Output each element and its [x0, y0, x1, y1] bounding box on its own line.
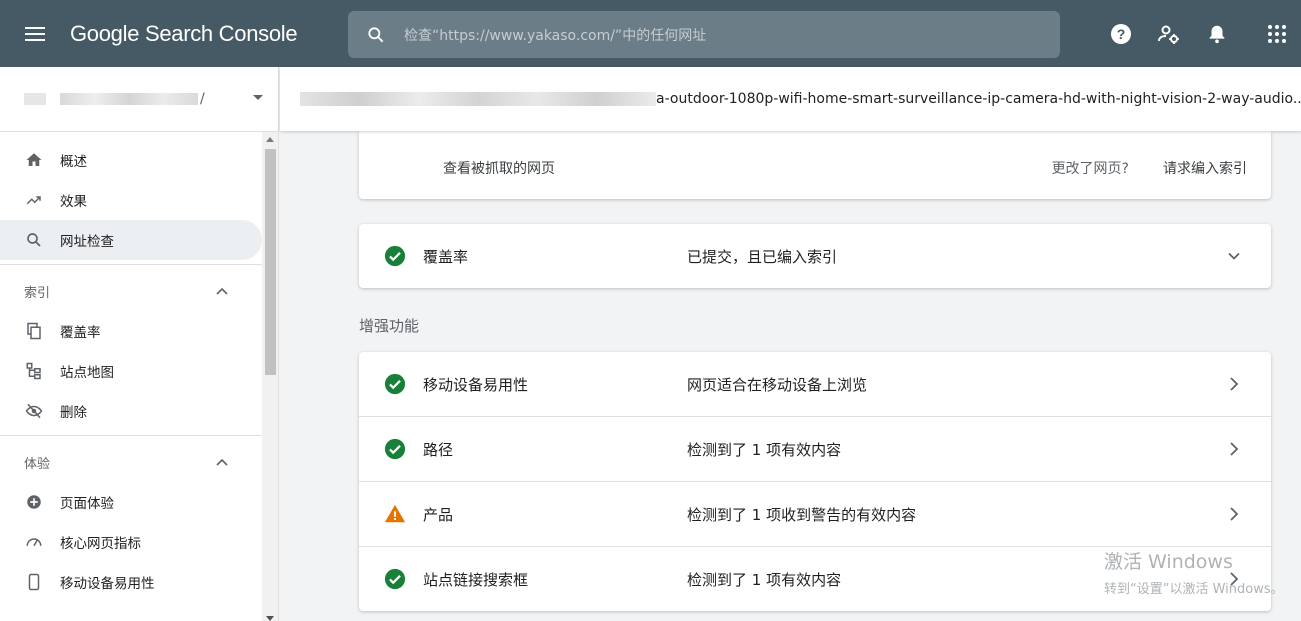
scrollbar-thumb[interactable] [265, 149, 276, 375]
chevron-right-icon[interactable] [1227, 376, 1241, 392]
help-icon: ? [1111, 23, 1131, 44]
scroll-up-icon[interactable] [266, 137, 274, 142]
enhancement-label: 移动设备易用性 [423, 375, 529, 394]
nav-item-sitemaps[interactable]: 站点地图 [0, 351, 262, 391]
enhancement-value: 检测到了 1 项有效内容 [687, 440, 842, 459]
page-changed-label: 更改了网页? [1051, 161, 1129, 177]
url-redacted [300, 92, 656, 106]
enhancement-row-mobile-usability[interactable]: 移动设备易用性 网页适合在移动设备上浏览 [359, 352, 1271, 417]
nav-item-label: 页面体验 [60, 496, 114, 512]
inspected-url-header: a-outdoor-1080p-wifi-home-smart-surveill… [280, 67, 1301, 131]
nav-item-label: 移动设备易用性 [60, 576, 155, 592]
nav-item-label: 网址检查 [60, 234, 114, 250]
scroll-down-icon[interactable] [266, 616, 274, 621]
trending-up-icon [24, 190, 44, 210]
search-icon [24, 230, 44, 250]
nav-item-overview[interactable]: 概述 [0, 140, 262, 180]
coverage-card[interactable]: 覆盖率 已提交，且已编入索引 [359, 224, 1271, 288]
check-circle-icon [384, 245, 406, 267]
nav-scrollbar[interactable] [262, 132, 278, 621]
nav-item-page-experience[interactable]: 页面体验 [0, 482, 262, 522]
nav-item-label: 核心网页指标 [60, 536, 141, 552]
smartphone-icon [24, 572, 44, 592]
nav-item-core-web-vitals[interactable]: 核心网页指标 [0, 522, 262, 562]
nav-item-label: 概述 [60, 154, 87, 170]
app-title[interactable]: Google Search Console [70, 21, 348, 47]
side-nav: / 概述 效果 网址检查 索引 覆盖率 站点地图 删除 体验 页面体验 核心网页… [0, 67, 279, 621]
windows-activation-watermark: 激活 Windows 转到“设置”以激活 Windows。 [1104, 547, 1284, 597]
property-name-redacted [60, 93, 198, 105]
nav-item-coverage[interactable]: 覆盖率 [0, 311, 262, 351]
nav-divider [0, 264, 262, 265]
dropdown-arrow-icon [253, 95, 263, 100]
watermark-subtitle: 转到“设置”以激活 Windows。 [1104, 582, 1284, 597]
section-title: 体验 [24, 456, 51, 472]
chevron-up-icon [216, 458, 228, 466]
nav-section-index[interactable]: 索引 [0, 271, 262, 311]
enhancements-title: 增强功能 [359, 317, 420, 335]
section-title: 索引 [24, 285, 51, 301]
chevron-down-icon[interactable] [1227, 249, 1241, 263]
speed-icon [24, 532, 44, 552]
url-inspection-search[interactable]: 检查“https://www.yakaso.com/”中的任何网址 [348, 11, 1060, 58]
nav-item-performance[interactable]: 效果 [0, 180, 262, 220]
property-suffix: / [200, 91, 205, 107]
inspected-url: a-outdoor-1080p-wifi-home-smart-surveill… [656, 91, 1301, 107]
crawled-page-card: 查看被抓取的网页 更改了网页? 请求编入索引 [359, 131, 1271, 199]
warning-icon [384, 504, 406, 523]
enhancement-row-breadcrumbs[interactable]: 路径 检测到了 1 项有效内容 [359, 417, 1271, 482]
view-crawled-page-button[interactable]: 查看被抓取的网页 [443, 158, 555, 178]
visibility-off-icon [24, 401, 44, 421]
apps-grid-icon [1268, 24, 1286, 43]
request-indexing-button[interactable]: 请求编入索引 [1163, 158, 1247, 178]
nav-item-removals[interactable]: 删除 [0, 391, 262, 431]
nav-item-label: 覆盖率 [60, 325, 101, 341]
enhancement-value: 网页适合在移动设备上浏览 [687, 375, 868, 394]
chevron-right-icon[interactable] [1227, 441, 1241, 457]
notifications-button[interactable] [1193, 10, 1241, 58]
svg-text:?: ? [1117, 26, 1126, 42]
app-bar: Google Search Console 检查“https://www.yak… [0, 0, 1301, 67]
nav-divider [0, 435, 262, 436]
menu-icon [25, 26, 45, 41]
search-icon [348, 25, 404, 45]
menu-button[interactable] [0, 0, 70, 67]
watermark-title: 激活 Windows [1104, 551, 1233, 573]
chevron-up-icon [216, 287, 228, 295]
home-icon [24, 150, 44, 170]
check-circle-icon [384, 568, 406, 590]
nav-item-label: 站点地图 [60, 365, 114, 381]
enhancement-label: 站点链接搜索框 [423, 571, 529, 589]
check-circle-icon [384, 438, 406, 460]
enhancement-value: 检测到了 1 项收到警告的有效内容 [687, 505, 917, 524]
settings-button[interactable] [1145, 10, 1193, 58]
nav-item-mobile-usability[interactable]: 移动设备易用性 [0, 562, 262, 602]
property-favicon [24, 93, 46, 105]
nav-item-label: 删除 [60, 405, 87, 421]
coverage-label: 覆盖率 [423, 248, 469, 266]
coverage-value: 已提交，且已编入索引 [687, 248, 838, 266]
nav-item-url-inspection[interactable]: 网址检查 [0, 220, 262, 260]
bell-icon [1209, 25, 1225, 43]
nav-item-label: 效果 [60, 194, 87, 210]
enhancement-value: 检测到了 1 项有效内容 [687, 571, 842, 589]
copy-icon [24, 321, 44, 341]
apps-button[interactable] [1253, 10, 1301, 58]
enhancement-label: 产品 [423, 505, 454, 524]
coverage-row[interactable]: 覆盖率 已提交，且已编入索引 [359, 224, 1271, 289]
help-button[interactable]: ? [1097, 10, 1145, 58]
sitemap-icon [24, 361, 44, 381]
chevron-right-icon[interactable] [1227, 506, 1241, 522]
check-circle-icon [384, 373, 406, 395]
add-circle-icon [24, 492, 44, 512]
manage-accounts-icon [1158, 25, 1179, 44]
enhancement-label: 路径 [423, 440, 454, 459]
property-selector[interactable]: / [0, 67, 278, 132]
nav-section-experience[interactable]: 体验 [0, 442, 262, 482]
enhancement-row-products[interactable]: 产品 检测到了 1 项收到警告的有效内容 [359, 482, 1271, 547]
search-input[interactable]: 检查“https://www.yakaso.com/”中的任何网址 [404, 25, 706, 45]
